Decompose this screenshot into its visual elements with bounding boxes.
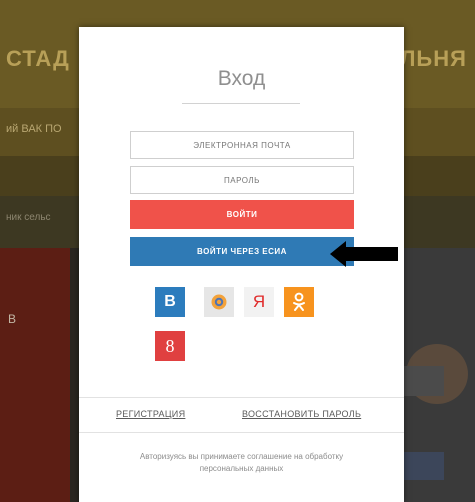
vk-login-button[interactable]: B	[155, 287, 185, 317]
background-band-3-text: ник сельс	[6, 212, 51, 223]
register-link[interactable]: РЕГИСТРАЦИЯ	[116, 409, 185, 419]
background-card-left	[0, 248, 70, 502]
background-card-left-text: В	[8, 312, 17, 326]
arrow-pointer-icon	[330, 241, 398, 267]
background-strip-2	[404, 452, 444, 480]
background-band-text: ий ВАК ПО	[6, 123, 62, 135]
background-banner-text-right: ЛЬНЯ	[400, 46, 467, 71]
mailru-icon	[211, 294, 227, 310]
odnoklassniki-icon	[293, 292, 305, 311]
agreement-text: Авторизуясь вы принимаете соглашение на …	[139, 452, 344, 473]
background-strip	[404, 366, 444, 396]
divider	[79, 432, 404, 433]
title-underline	[182, 103, 300, 104]
divider	[79, 397, 404, 398]
background-banner-text-left: СТАД	[6, 46, 70, 71]
google-plus-icon: 8	[165, 335, 175, 356]
modal-title: Вход	[217, 67, 266, 90]
login-button[interactable]: ВОЙТИ	[130, 200, 354, 229]
google-plus-login-button[interactable]: 8	[155, 331, 185, 361]
mailru-login-button[interactable]	[204, 287, 234, 317]
yandex-icon: Я	[252, 292, 266, 311]
odnoklassniki-login-button[interactable]	[284, 287, 314, 317]
yandex-login-button[interactable]: Я	[244, 287, 274, 317]
password-input[interactable]	[130, 166, 354, 194]
vk-icon: B	[164, 293, 176, 310]
email-input[interactable]	[130, 131, 354, 159]
esia-login-button[interactable]: ВОЙТИ ЧЕРЕЗ ЕСИА	[130, 237, 354, 266]
restore-password-link[interactable]: ВОССТАНОВИТЬ ПАРОЛЬ	[242, 409, 361, 419]
